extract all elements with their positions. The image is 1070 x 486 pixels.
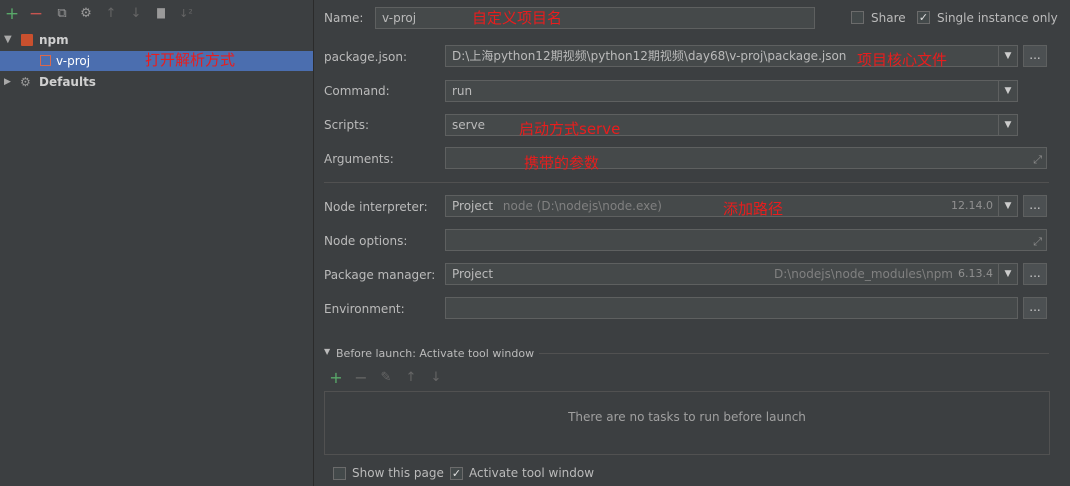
- tree-item-label: Defaults: [39, 75, 96, 89]
- share-checkbox[interactable]: [851, 11, 864, 24]
- chevron-down-icon[interactable]: ▼: [998, 46, 1017, 66]
- chevron-down-icon[interactable]: ▼: [998, 264, 1017, 284]
- single-instance-checkbox[interactable]: ✓: [917, 11, 930, 24]
- tree-item-defaults[interactable]: ▶ ⚙ Defaults: [0, 72, 313, 92]
- collapse-toggle-icon[interactable]: ▼: [324, 347, 330, 356]
- annotation-package: 项目核心文件: [857, 51, 948, 69]
- tree-item-v-proj[interactable]: v-proj 打开解析方式: [0, 51, 313, 71]
- before-launch-task-list[interactable]: There are no tasks to run before launch: [324, 391, 1050, 455]
- add-task-icon[interactable]: +: [329, 370, 343, 386]
- annotation-args: 携带的参数: [524, 154, 600, 172]
- annotation-name: 自定义项目名: [472, 9, 563, 27]
- package-manager-version: 6.13.4: [958, 267, 993, 280]
- tree-item-label: npm: [39, 33, 69, 47]
- separator: [324, 182, 1049, 183]
- settings-icon[interactable]: ⚙: [78, 6, 94, 22]
- show-page-checkbox[interactable]: [333, 467, 346, 480]
- remove-task-icon[interactable]: −: [354, 370, 368, 386]
- npm-icon: [21, 34, 33, 46]
- move-task-up-icon[interactable]: ↑: [404, 371, 418, 385]
- chevron-down-icon[interactable]: ▼: [998, 115, 1017, 135]
- node-interpreter-label: Node interpreter:: [324, 200, 428, 214]
- folder-icon[interactable]: ▇: [153, 6, 169, 22]
- before-launch-header[interactable]: Before launch: Activate tool window: [336, 347, 534, 360]
- node-interpreter-project: Project: [452, 199, 494, 213]
- annotation-path: 添加路径: [723, 200, 784, 218]
- expand-toggle-icon[interactable]: ▶: [4, 72, 11, 92]
- annotation-open-method: 打开解析方式: [145, 51, 236, 69]
- environment-input[interactable]: [445, 297, 1018, 319]
- browse-environment-button[interactable]: ...: [1023, 297, 1047, 319]
- command-combo[interactable]: run ▼: [445, 80, 1018, 102]
- node-options-label: Node options:: [324, 234, 408, 248]
- node-version: 12.14.0: [951, 199, 993, 212]
- command-label: Command:: [324, 84, 390, 98]
- tree-item-label: v-proj: [56, 54, 91, 68]
- activate-tool-window-label: Activate tool window: [469, 466, 595, 480]
- package-json-value: D:\上海python12期视频\python12期视频\day68\v-pro…: [452, 49, 847, 63]
- add-icon[interactable]: +: [4, 6, 20, 23]
- copy-icon[interactable]: ⧉: [54, 6, 70, 22]
- single-instance-label: Single instance only: [937, 11, 1058, 25]
- show-page-label: Show this page: [352, 466, 444, 480]
- remove-icon[interactable]: −: [28, 6, 44, 23]
- share-label: Share: [871, 11, 906, 25]
- node-interpreter-path: node (D:\nodejs\node.exe): [502, 199, 662, 213]
- move-down-icon[interactable]: ↓: [128, 6, 144, 22]
- tree-item-npm[interactable]: ▼ npm: [0, 30, 313, 50]
- package-manager-combo[interactable]: Project D:\nodejs\node_modules\npm 6.13.…: [445, 263, 1018, 285]
- move-up-icon[interactable]: ↑: [103, 6, 119, 22]
- npm-config-icon: [40, 55, 51, 66]
- package-manager-label: Package manager:: [324, 268, 436, 282]
- expand-icon[interactable]: ⤢: [1033, 150, 1042, 168]
- browse-package-manager-button[interactable]: ...: [1023, 263, 1047, 285]
- move-task-down-icon[interactable]: ↓: [429, 371, 443, 385]
- expand-toggle-icon[interactable]: ▼: [4, 30, 12, 50]
- node-options-input[interactable]: ⤢: [445, 229, 1047, 251]
- name-label: Name:: [324, 11, 364, 25]
- wrench-icon: ⚙: [20, 75, 31, 89]
- chevron-down-icon[interactable]: ▼: [998, 81, 1017, 101]
- command-value: run: [452, 84, 473, 98]
- sort-icon[interactable]: ↓²: [178, 6, 194, 22]
- arguments-label: Arguments:: [324, 152, 394, 166]
- config-form: Name: v-proj 自定义项目名 Share ✓ Single insta…: [314, 0, 1070, 486]
- package-manager-path: D:\nodejs\node_modules\npm: [773, 267, 953, 281]
- edit-task-icon[interactable]: ✎: [379, 371, 393, 385]
- empty-tasks-text: There are no tasks to run before launch: [568, 410, 806, 424]
- annotation-scripts: 启动方式serve: [519, 120, 621, 138]
- separator: [539, 353, 1049, 354]
- config-tree-panel: + − ⧉ ⚙ ↑ ↓ ▇ ↓² ▼ npm v-proj 打开解析方式 ▶ ⚙…: [0, 0, 314, 486]
- package-json-label: package.json:: [324, 50, 408, 64]
- chevron-down-icon[interactable]: ▼: [998, 196, 1017, 216]
- package-manager-value: Project: [452, 267, 494, 281]
- scripts-label: Scripts:: [324, 118, 370, 132]
- activate-tool-window-checkbox[interactable]: ✓: [450, 467, 463, 480]
- browse-interpreter-button[interactable]: ...: [1023, 195, 1047, 217]
- name-input[interactable]: v-proj: [375, 7, 815, 29]
- environment-label: Environment:: [324, 302, 405, 316]
- browse-package-button[interactable]: ...: [1023, 45, 1047, 67]
- expand-icon[interactable]: ⤢: [1033, 232, 1042, 250]
- scripts-value: serve: [452, 118, 486, 132]
